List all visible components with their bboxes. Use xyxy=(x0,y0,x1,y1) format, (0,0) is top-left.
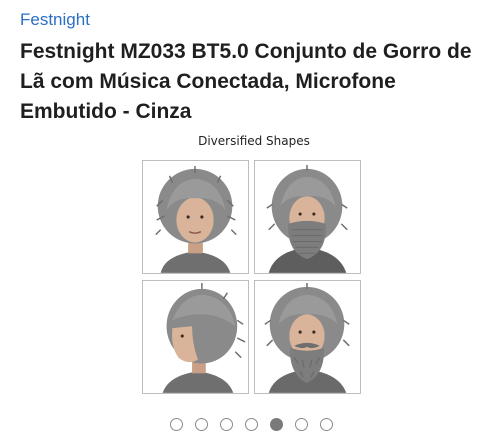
carousel-dot-4[interactable] xyxy=(245,418,258,431)
product-image-side[interactable] xyxy=(142,280,249,394)
carousel-dot-6[interactable] xyxy=(295,418,308,431)
carousel-dot-2[interactable] xyxy=(195,418,208,431)
brand-link[interactable]: Festnight xyxy=(20,9,90,31)
carousel-dot-3[interactable] xyxy=(220,418,233,431)
gallery-caption: Diversified Shapes xyxy=(198,134,310,148)
knit-wig-hat-front-image xyxy=(143,161,248,273)
carousel-dot-7[interactable] xyxy=(320,418,333,431)
carousel-dot-1[interactable] xyxy=(170,418,183,431)
product-title: Festnight MZ033 BT5.0 Conjunto de Gorro … xyxy=(20,40,472,123)
knit-wig-hat-beard-mask-image xyxy=(255,161,360,273)
carousel-indicator xyxy=(0,418,500,432)
product-image-beard[interactable] xyxy=(254,280,361,394)
knit-wig-hat-side-image xyxy=(143,281,248,393)
knit-wig-hat-beard-image xyxy=(255,281,360,393)
product-image-front[interactable] xyxy=(142,160,249,274)
product-page: Festnight Festnight MZ033 BT5.0 Conjunto… xyxy=(0,0,500,434)
carousel-dot-5[interactable] xyxy=(270,418,283,431)
product-image-beard-mask[interactable] xyxy=(254,160,361,274)
